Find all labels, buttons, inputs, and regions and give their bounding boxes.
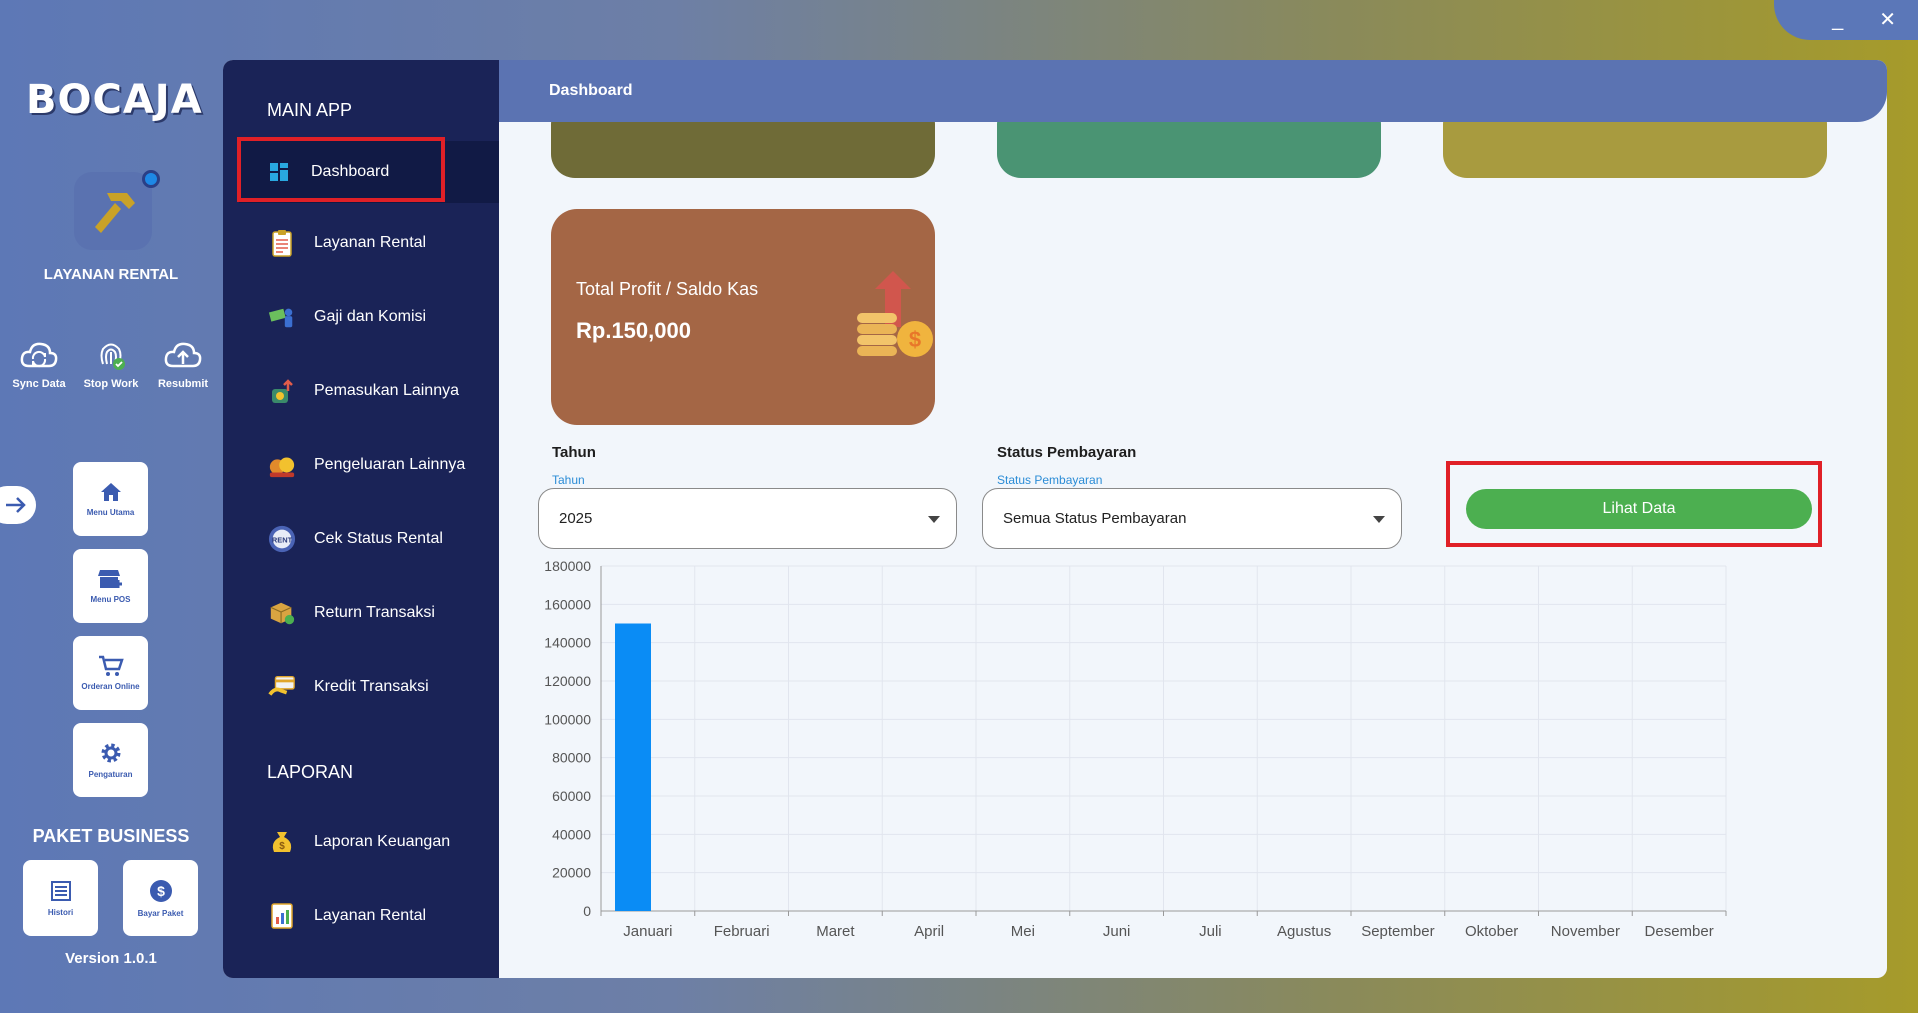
bayar-paket-tile[interactable]: $ Bayar Paket: [123, 860, 198, 936]
return-box-icon: [268, 599, 296, 627]
dashboard-icon: [265, 158, 293, 186]
x-tick-label: November: [1551, 923, 1620, 940]
list-icon: [50, 880, 71, 901]
income-icon: [268, 377, 296, 405]
y-tick-label: 20000: [552, 865, 591, 881]
main-content: Dashboard Total Profit / Saldo Kas Rp.15…: [499, 60, 1887, 978]
left-rail: BOCAJA LAYANAN RENTAL Sync Data Stop Wor…: [0, 0, 222, 1013]
nav-pemasukan-lainnya[interactable]: Pemasukan Lainnya: [223, 360, 499, 422]
dollar-icon: $: [149, 879, 172, 902]
nav-gaji-komisi[interactable]: Gaji dan Komisi: [223, 286, 499, 348]
sidebar: MAIN APP Dashboard Layanan Rental Gaji d…: [223, 60, 499, 978]
cart-icon: [98, 655, 124, 676]
x-tick-label: April: [914, 923, 944, 940]
store-icon: [97, 570, 122, 588]
x-tick-label: Oktober: [1465, 923, 1518, 940]
y-tick-label: 60000: [552, 788, 591, 804]
app-avatar: [74, 172, 152, 250]
x-tick-label: Februari: [714, 923, 770, 940]
clipboard-icon: [268, 229, 296, 257]
minimize-button[interactable]: _: [1832, 10, 1843, 30]
app-label: LAYANAN RENTAL: [43, 266, 179, 283]
y-tick-label: 120000: [544, 673, 591, 689]
credit-card-icon: [268, 673, 296, 701]
app-container: MAIN APP Dashboard Layanan Rental Gaji d…: [223, 60, 1887, 978]
menu-pos-tile[interactable]: Menu POS: [73, 549, 148, 623]
orderan-online-tile[interactable]: Orderan Online: [73, 636, 148, 710]
gear-icon: [101, 743, 120, 763]
nav-cek-status-rental[interactable]: RENT Cek Status Rental: [223, 508, 499, 570]
histori-tile[interactable]: Histori: [23, 860, 98, 936]
svg-text:RENT: RENT: [272, 536, 293, 545]
report-icon: [268, 902, 296, 930]
svg-text:$: $: [157, 883, 165, 899]
x-tick-label: Juli: [1199, 923, 1222, 940]
expense-icon: [268, 451, 296, 479]
window-controls: _ ✕: [1774, 0, 1918, 40]
laporan-heading: LAPORAN: [267, 762, 354, 782]
y-tick-label: 100000: [544, 711, 591, 727]
nav-layanan-rental[interactable]: Layanan Rental: [223, 212, 499, 274]
y-tick-label: 80000: [552, 750, 591, 766]
salary-icon: [268, 303, 296, 331]
cloud-upload-icon: [164, 342, 202, 368]
nav-return-transaksi[interactable]: Return Transaksi: [223, 582, 499, 644]
main-app-heading: MAIN APP: [267, 100, 353, 120]
money-bag-icon: $: [268, 828, 296, 856]
online-indicator: [142, 170, 160, 188]
nav-dashboard[interactable]: Dashboard: [239, 141, 499, 203]
nav-laporan-keuangan[interactable]: $ Laporan Keuangan: [223, 811, 499, 873]
y-tick-label: 140000: [544, 635, 591, 651]
resubmit-button[interactable]: Resubmit: [150, 338, 216, 390]
paket-title: PAKET BUSINESS: [32, 826, 190, 846]
brand-logo: BOCAJA: [26, 77, 203, 123]
home-icon: [100, 483, 121, 501]
nav-laporan-layanan-rental[interactable]: Layanan Rental: [223, 885, 499, 947]
x-tick-label: Juni: [1103, 923, 1131, 940]
y-tick-label: 0: [583, 903, 591, 919]
nav-pengeluaran-lainnya[interactable]: Pengeluaran Lainnya: [223, 434, 499, 496]
stop-work-button[interactable]: Stop Work: [78, 338, 144, 390]
x-tick-label: Desember: [1645, 923, 1714, 940]
version-label: Version 1.0.1: [65, 950, 157, 967]
x-tick-label: Maret: [816, 923, 855, 940]
x-tick-label: Januari: [623, 923, 672, 940]
sync-data-button[interactable]: Sync Data: [6, 338, 72, 390]
svg-text:$: $: [279, 841, 285, 852]
y-tick-label: 40000: [552, 826, 591, 842]
x-tick-label: September: [1361, 923, 1434, 940]
monthly-profit-chart: 0 20000 40000 60000 80000 100000 120000 140000 1…: [544, 558, 1727, 940]
chart-bar: [615, 623, 651, 911]
x-tick-label: Mei: [1011, 923, 1035, 940]
y-tick-label: 160000: [544, 596, 591, 612]
arrow-right-icon: [6, 497, 26, 513]
pengaturan-tile[interactable]: Pengaturan: [73, 723, 148, 797]
expand-sidebar-button[interactable]: [0, 486, 36, 524]
quick-actions: Sync Data Stop Work Resubmit: [6, 338, 216, 390]
rent-badge-icon: RENT: [268, 525, 296, 553]
y-tick-label: 180000: [544, 558, 591, 574]
nav-kredit-transaksi[interactable]: Kredit Transaksi: [223, 656, 499, 718]
fingerprint-icon: [100, 343, 125, 370]
hammer-icon: [95, 193, 135, 233]
sync-cloud-icon: [20, 342, 58, 368]
menu-utama-tile[interactable]: Menu Utama: [73, 462, 148, 536]
x-tick-label: Agustus: [1277, 923, 1331, 940]
close-button[interactable]: ✕: [1879, 10, 1896, 30]
